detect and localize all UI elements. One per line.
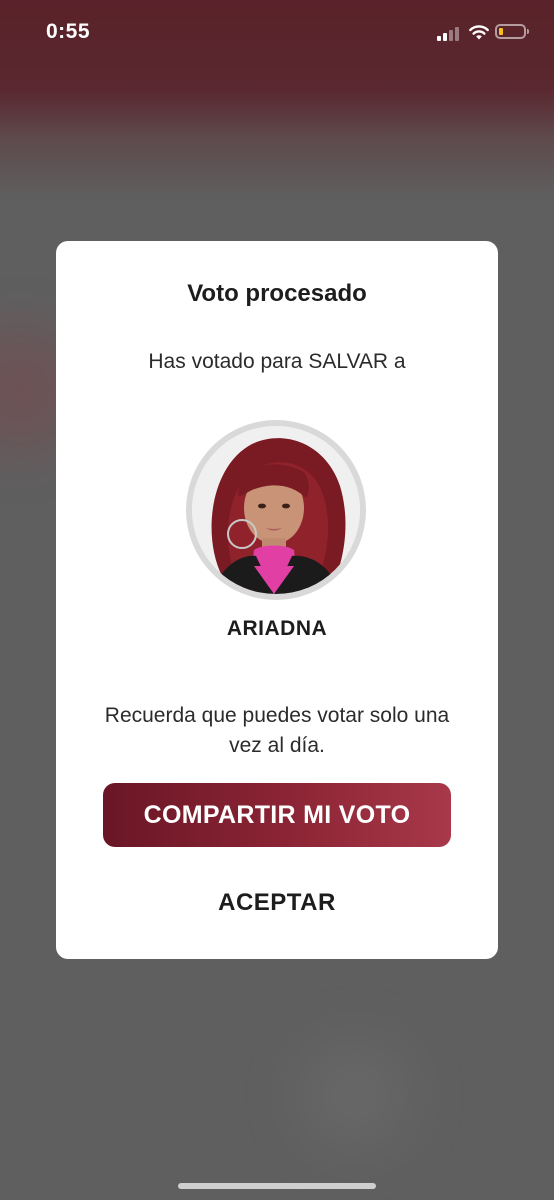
- status-time: 0:55: [46, 20, 91, 43]
- background-blur: [300, 1040, 410, 1150]
- accept-button[interactable]: ACEPTAR: [177, 881, 377, 925]
- home-indicator[interactable]: [178, 1183, 376, 1189]
- share-vote-button[interactable]: COMPARTIR MI VOTO: [103, 783, 451, 847]
- candidate-photo: [192, 426, 360, 594]
- dialog-title: Voto procesado: [187, 280, 367, 307]
- battery-icon: [495, 24, 529, 39]
- vote-confirmation-dialog: Voto procesado Has votado para SALVAR a: [56, 241, 498, 959]
- status-bar: 0:55: [0, 0, 554, 70]
- signal-icon: [437, 25, 463, 41]
- candidate-name: ARIADNA: [226, 617, 328, 640]
- wifi-icon: [469, 25, 489, 40]
- avatar-ring: [186, 420, 366, 600]
- vote-reminder-text: Recuerda que puedes votar solo una vez a…: [104, 704, 450, 757]
- dialog-subtitle: Has votado para SALVAR a: [148, 350, 406, 373]
